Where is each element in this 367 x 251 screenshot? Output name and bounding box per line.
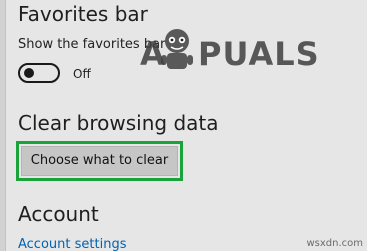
- clear-browsing-data-heading: Clear browsing data: [18, 111, 219, 135]
- toggle-knob: [24, 68, 34, 78]
- appuals-mascot-icon: [161, 29, 193, 69]
- settings-panel: Favorites bar Show the favorites bar Off…: [0, 0, 367, 251]
- source-watermark: wsxdn.com: [306, 238, 363, 249]
- panel-left-border: [0, 0, 6, 251]
- favorites-bar-heading: Favorites bar: [18, 2, 148, 26]
- choose-what-to-clear-button[interactable]: Choose what to clear: [21, 146, 178, 176]
- favorites-bar-toggle[interactable]: [18, 63, 60, 83]
- account-heading: Account: [18, 202, 99, 226]
- account-settings-link[interactable]: Account settings: [18, 237, 126, 251]
- toggle-state-label: Off: [73, 67, 91, 81]
- watermark-logo-text: PUALS: [198, 35, 320, 73]
